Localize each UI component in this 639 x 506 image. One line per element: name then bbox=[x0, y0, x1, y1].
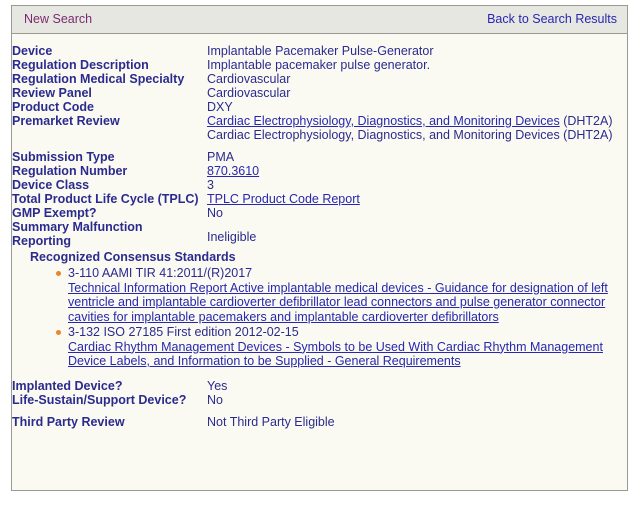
spacer-cell-right bbox=[207, 407, 627, 415]
premarket-review-link[interactable]: Cardiac Electrophysiology, Diagnostics, … bbox=[207, 114, 560, 128]
table-row: Regulation Medical Specialty Cardiovascu… bbox=[12, 72, 627, 86]
table-row: Regulation Description Implantable pacem… bbox=[12, 58, 627, 72]
consensus-standards-list: 3-110 AAMI TIR 41:2011/(R)2017 Technical… bbox=[12, 266, 627, 370]
row-label-regulation-number: Regulation Number bbox=[12, 164, 128, 178]
standard-description-link[interactable]: Cardiac Rhythm Management Devices - Symb… bbox=[68, 340, 619, 369]
table-row: Submission Type PMA bbox=[12, 150, 627, 164]
table-row: Product Code DXY bbox=[12, 100, 627, 114]
row-label-premarket-review: Premarket Review bbox=[12, 114, 120, 128]
table-row: Implanted Device? Yes bbox=[12, 379, 627, 393]
table-row: Device Implantable Pacemaker Pulse-Gener… bbox=[12, 44, 627, 58]
table-row: Regulation Number 870.3610 bbox=[12, 164, 627, 178]
row-label-third-party-review: Third Party Review bbox=[12, 414, 125, 429]
row-label-life-sustain-support-device: Life-Sustain/Support Device? bbox=[12, 392, 187, 407]
row-label-submission-type: Submission Type bbox=[12, 150, 115, 164]
row-value-regulation-description: Implantable pacemaker pulse generator. bbox=[207, 58, 431, 72]
standard-title: 3-110 AAMI TIR 41:2011/(R)2017 bbox=[68, 266, 253, 280]
table-row: GMP Exempt? No bbox=[12, 206, 627, 220]
row-value-regulation-number: 870.3610 bbox=[207, 164, 627, 178]
row-value-premarket-review: Cardiac Electrophysiology, Diagnostics, … bbox=[207, 114, 627, 142]
table-row: Device Class 3 bbox=[12, 178, 627, 192]
summary-malfunction-label-line2: Reporting bbox=[12, 234, 72, 248]
premarket-review-second-line: Cardiac Electrophysiology, Diagnostics, … bbox=[207, 128, 613, 142]
row-value-implanted-device: Yes bbox=[207, 378, 228, 393]
list-item: 3-132 ISO 27185 First edition 2012-02-15… bbox=[56, 325, 619, 370]
row-label-summary-malfunction-reporting: Summary Malfunction Reporting bbox=[12, 220, 207, 248]
result-detail-panel: New Search Back to Search Results Device… bbox=[11, 5, 628, 491]
row-spacer bbox=[12, 142, 627, 150]
row-value-tplc: TPLC Product Code Report bbox=[207, 192, 627, 206]
premarket-review-suffix: (DHT2A) bbox=[559, 114, 613, 128]
table-row: Summary Malfunction Reporting Ineligible bbox=[12, 220, 627, 248]
back-to-search-results-link[interactable]: Back to Search Results bbox=[487, 13, 617, 26]
row-value-submission-type: PMA bbox=[207, 150, 235, 164]
spacer-cell-left bbox=[12, 142, 207, 150]
row-value-device-class: 3 bbox=[207, 178, 214, 192]
row-value-summary-malfunction-reporting: Ineligible bbox=[207, 230, 257, 244]
table-row: Third Party Review Not Third Party Eligi… bbox=[12, 415, 627, 429]
row-label-implanted-device: Implanted Device? bbox=[12, 378, 123, 393]
regulation-number-link[interactable]: 870.3610 bbox=[207, 164, 259, 178]
row-value-product-code: DXY bbox=[207, 100, 233, 114]
new-search-link[interactable]: New Search bbox=[24, 13, 92, 26]
device-detail-table: Device Implantable Pacemaker Pulse-Gener… bbox=[12, 44, 627, 248]
table-row: Life-Sustain/Support Device? No bbox=[12, 393, 627, 407]
standard-description-link[interactable]: Technical Information Report Active impl… bbox=[68, 281, 619, 325]
row-label-tplc: Total Product Life Cycle (TPLC) bbox=[12, 192, 199, 206]
bullet-icon bbox=[56, 330, 61, 335]
detail-body: Device Implantable Pacemaker Pulse-Gener… bbox=[12, 34, 627, 429]
row-label-regulation-medical-specialty: Regulation Medical Specialty bbox=[12, 72, 185, 86]
row-spacer bbox=[12, 407, 627, 415]
table-row: Review Panel Cardiovascular bbox=[12, 86, 627, 100]
navigation-bar: New Search Back to Search Results bbox=[12, 6, 627, 34]
row-value-review-panel: Cardiovascular bbox=[207, 86, 291, 100]
list-item: 3-110 AAMI TIR 41:2011/(R)2017 Technical… bbox=[56, 266, 619, 325]
recognized-consensus-standards-heading: Recognized Consensus Standards bbox=[30, 250, 236, 264]
bullet-icon bbox=[56, 271, 61, 276]
tplc-product-code-report-link[interactable]: TPLC Product Code Report bbox=[207, 192, 360, 206]
row-label-review-panel: Review Panel bbox=[12, 86, 92, 100]
summary-malfunction-label-line1: Summary Malfunction bbox=[12, 220, 143, 234]
spacer-cell-left bbox=[12, 407, 207, 415]
row-label-device-class: Device Class bbox=[12, 178, 90, 192]
spacer-cell-right bbox=[207, 142, 627, 150]
standard-title: 3-132 ISO 27185 First edition 2012-02-15 bbox=[68, 325, 299, 339]
row-value-device: Implantable Pacemaker Pulse-Generator bbox=[207, 44, 434, 58]
row-value-gmp-exempt: No bbox=[207, 206, 223, 220]
row-label-product-code: Product Code bbox=[12, 100, 94, 114]
row-label-device: Device bbox=[12, 44, 53, 58]
row-value-regulation-medical-specialty: Cardiovascular bbox=[207, 72, 291, 86]
row-value-life-sustain-support-device: No bbox=[207, 392, 223, 407]
row-value-third-party-review: Not Third Party Eligible bbox=[207, 414, 335, 429]
table-row: Total Product Life Cycle (TPLC) TPLC Pro… bbox=[12, 192, 627, 206]
row-label-regulation-description: Regulation Description bbox=[12, 58, 149, 72]
device-detail-table-bottom: Implanted Device? Yes Life-Sustain/Suppo… bbox=[12, 379, 627, 429]
table-row: Premarket Review Cardiac Electrophysiolo… bbox=[12, 114, 627, 142]
row-label-gmp-exempt: GMP Exempt? bbox=[12, 206, 97, 220]
